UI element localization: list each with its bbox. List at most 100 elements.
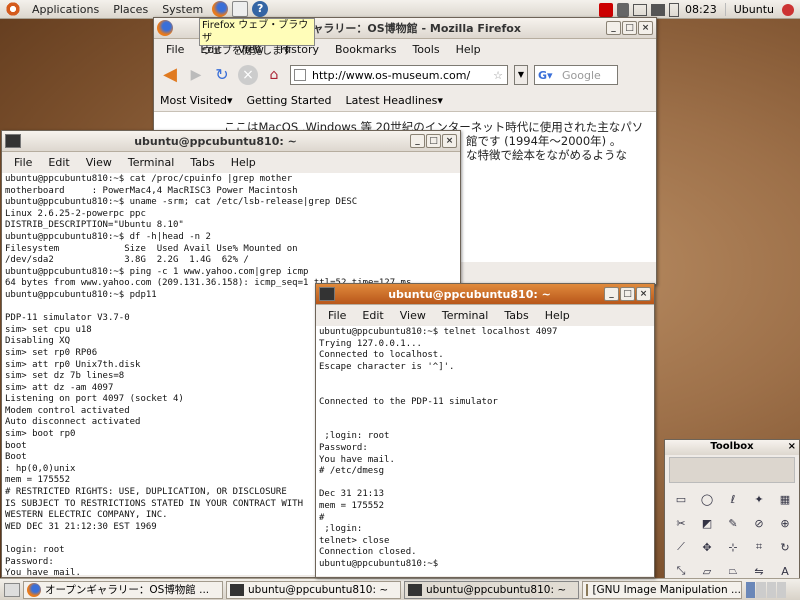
google-icon[interactable]: G▾ <box>538 69 556 82</box>
bookmark-getting-started[interactable]: Getting Started <box>246 94 331 107</box>
mail-launcher-icon[interactable] <box>232 1 249 17</box>
fuzzy-select-icon[interactable]: ✦ <box>747 488 771 510</box>
move-icon[interactable]: ✥ <box>695 536 719 558</box>
menu-file[interactable]: File <box>6 156 40 169</box>
menu-file[interactable]: File <box>158 43 192 56</box>
stop-icon[interactable]: × <box>238 65 258 85</box>
gimp-task-icon <box>586 583 589 596</box>
free-select-icon[interactable]: ℓ <box>721 488 745 510</box>
rect-select-icon[interactable]: ▭ <box>669 488 693 510</box>
menu-view[interactable]: View <box>392 309 434 322</box>
update-notifier-icon[interactable] <box>599 2 614 17</box>
menu-help[interactable]: Help <box>537 309 578 322</box>
volume-icon[interactable] <box>617 2 630 17</box>
task-terminal-2[interactable]: ubuntu@ppcubuntu810: ~ <box>404 580 579 599</box>
color-select-icon[interactable]: ▦ <box>773 488 797 510</box>
maximize-button[interactable]: □ <box>426 134 441 148</box>
menu-tabs[interactable]: Tabs <box>496 309 536 322</box>
crop-icon[interactable]: ⌗ <box>747 536 771 558</box>
task-label: [GNU Image Manipulation ... <box>592 583 741 596</box>
toolbox-title: Toolbox <box>710 441 754 452</box>
menu-tabs[interactable]: Tabs <box>182 156 222 169</box>
maximize-button[interactable]: □ <box>622 21 637 35</box>
applications-menu[interactable]: Applications <box>25 0 106 19</box>
site-icon <box>294 69 306 81</box>
maximize-button[interactable]: □ <box>620 287 635 301</box>
task-gimp[interactable]: [GNU Image Manipulation ... <box>582 580 742 599</box>
search-placeholder: Google <box>562 68 601 82</box>
menu-bookmarks[interactable]: Bookmarks <box>327 43 404 56</box>
menu-terminal[interactable]: Terminal <box>120 156 183 169</box>
menu-edit[interactable]: Edit <box>354 309 391 322</box>
close-button[interactable]: × <box>442 134 457 148</box>
window-title: ubuntu@ppcubuntu810: ~ <box>134 134 297 148</box>
firefox-launcher-icon[interactable] <box>212 1 229 17</box>
bottom-panel: オープンギャラリー：OS博物館 ... ubuntu@ppcubuntu810:… <box>0 578 800 600</box>
menu-file[interactable]: File <box>320 309 354 322</box>
tooltip-line-2: ウェブを閲覧します <box>202 46 292 57</box>
menu-tools[interactable]: Tools <box>404 43 447 56</box>
bookmarks-toolbar: Most Visited▾ Getting Started Latest Hea… <box>154 90 656 112</box>
measure-icon[interactable]: ⟋ <box>669 536 693 558</box>
toolbox-titlebar[interactable]: Toolbox × <box>665 440 799 455</box>
tool-grid: ▭ ◯ ℓ ✦ ▦ ✂ ◩ ✎ ⊘ ⊕ ⟋ ✥ ⊹ ⌗ ↻ ⤡ ▱ ⏢ ⇋ A <box>665 485 799 585</box>
menu-edit[interactable]: Edit <box>40 156 77 169</box>
paths-icon[interactable]: ✎ <box>721 512 745 534</box>
navigation-toolbar: ◀ ▶ ↻ × ⌂ http://www.os-museum.com/ ☆ ▼ … <box>154 60 656 90</box>
clock[interactable]: 08:23 <box>683 3 725 16</box>
align-icon[interactable]: ⊹ <box>721 536 745 558</box>
ubuntu-logo-icon[interactable] <box>4 1 22 17</box>
places-menu[interactable]: Places <box>106 0 155 19</box>
terminal-icon <box>319 287 335 301</box>
terminal-1-titlebar[interactable]: ubuntu@ppcubuntu810: ~ _ □ × <box>2 131 460 152</box>
zoom-icon[interactable]: ⊕ <box>773 512 797 534</box>
gimp-toolbox: Toolbox × ▭ ◯ ℓ ✦ ▦ ✂ ◩ ✎ ⊘ ⊕ ⟋ ✥ ⊹ ⌗ ↻ … <box>664 439 800 579</box>
home-icon[interactable]: ⌂ <box>264 65 284 85</box>
task-firefox[interactable]: オープンギャラリー：OS博物館 ... <box>23 580 223 599</box>
minimize-button[interactable]: _ <box>606 21 621 35</box>
foreground-select-icon[interactable]: ◩ <box>695 512 719 534</box>
task-label: オープンギャラリー：OS博物館 ... <box>45 584 210 596</box>
back-icon[interactable]: ◀ <box>160 65 180 85</box>
show-desktop-icon[interactable] <box>4 582 20 597</box>
terminal-2-output[interactable]: ubuntu@ppcubuntu810:~$ telnet localhost … <box>316 326 654 576</box>
window-title: ubuntu@ppcubuntu810: ~ <box>388 287 551 301</box>
bookmark-most-visited[interactable]: Most Visited▾ <box>160 94 232 107</box>
url-dropdown-icon[interactable]: ▼ <box>514 65 528 85</box>
bookmark-star-icon[interactable]: ☆ <box>493 69 507 82</box>
menu-terminal[interactable]: Terminal <box>434 309 497 322</box>
terminal-1-menubar: File Edit View Terminal Tabs Help <box>2 152 460 173</box>
terminal-icon <box>5 134 21 148</box>
url-bar[interactable]: http://www.os-museum.com/ ☆ <box>290 65 508 85</box>
network-icon[interactable] <box>651 3 666 16</box>
mail-tray-icon[interactable] <box>633 3 648 16</box>
terminal-2-titlebar[interactable]: ubuntu@ppcubuntu810: ~ _ □ × <box>316 284 654 305</box>
menu-help[interactable]: Help <box>448 43 489 56</box>
firefox-icon <box>157 20 173 36</box>
toolbox-close-icon[interactable]: × <box>788 440 796 454</box>
url-text[interactable]: http://www.os-museum.com/ <box>312 69 493 82</box>
user-menu[interactable]: Ubuntu <box>724 3 782 16</box>
minimize-button[interactable]: _ <box>604 287 619 301</box>
reload-icon[interactable]: ↻ <box>212 65 232 85</box>
workspace-switcher[interactable] <box>746 581 786 598</box>
scissors-icon[interactable]: ✂ <box>669 512 693 534</box>
close-button[interactable]: × <box>636 287 651 301</box>
bookmark-latest-headlines[interactable]: Latest Headlines▾ <box>346 94 443 107</box>
forward-icon[interactable]: ▶ <box>186 65 206 85</box>
firefox-tooltip: Firefox ウェブ・ブラウザ ウェブを閲覧します <box>199 18 315 57</box>
power-icon[interactable] <box>782 3 794 16</box>
ellipse-select-icon[interactable]: ◯ <box>695 488 719 510</box>
task-terminal-1[interactable]: ubuntu@ppcubuntu810: ~ <box>226 580 401 599</box>
close-button[interactable]: × <box>638 21 653 35</box>
menu-view[interactable]: View <box>78 156 120 169</box>
rotate-icon[interactable]: ↻ <box>773 536 797 558</box>
system-menu[interactable]: System <box>155 0 210 19</box>
search-box[interactable]: G▾ Google <box>534 65 618 85</box>
minimize-button[interactable]: _ <box>410 134 425 148</box>
help-icon[interactable]: ? <box>252 1 269 17</box>
menu-help[interactable]: Help <box>223 156 264 169</box>
wilber-drop-area[interactable] <box>669 457 795 483</box>
color-picker-icon[interactable]: ⊘ <box>747 512 771 534</box>
battery-icon[interactable] <box>669 2 680 17</box>
